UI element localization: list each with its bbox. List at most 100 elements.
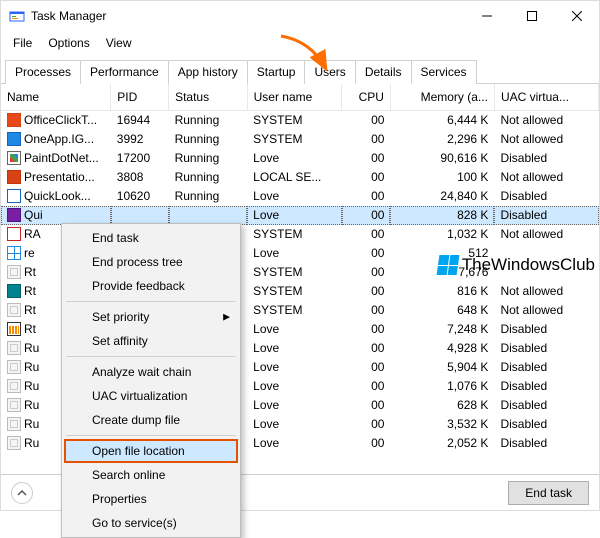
table-cell: OneApp.IG...	[1, 130, 111, 149]
table-row[interactable]: QuiLove00828 KDisabled	[1, 206, 599, 225]
table-row[interactable]: Presentatio...3808RunningLOCAL SE...0010…	[1, 168, 599, 187]
menu-bar: File Options View	[1, 31, 599, 55]
process-icon	[7, 341, 21, 355]
process-icon	[7, 132, 21, 146]
table-cell: 00	[342, 263, 391, 282]
app-icon	[9, 8, 25, 24]
col-user[interactable]: User name	[247, 84, 342, 111]
context-menu-item[interactable]: Open file location	[64, 439, 238, 463]
context-menu-item[interactable]: Properties	[64, 487, 238, 511]
context-menu-item[interactable]: Go to service(s)	[64, 511, 238, 535]
context-menu-item[interactable]: Create dump file	[64, 408, 238, 432]
table-cell: 7,248 K	[390, 320, 494, 339]
chevron-right-icon: ▶	[223, 312, 230, 323]
table-row[interactable]: OneApp.IG...3992RunningSYSTEM002,296 KNo…	[1, 130, 599, 149]
col-pid[interactable]: PID	[111, 84, 169, 111]
table-cell: Love	[247, 377, 342, 396]
tab-processes[interactable]: Processes	[5, 60, 81, 84]
table-header-row[interactable]: Name PID Status User name CPU Memory (a.…	[1, 84, 599, 111]
table-cell: SYSTEM	[247, 225, 342, 244]
watermark: TheWindowsClub	[434, 253, 599, 277]
table-cell: Love	[247, 434, 342, 453]
table-cell: OfficeClickT...	[1, 111, 111, 130]
windows-logo-icon	[436, 255, 459, 275]
process-icon	[7, 151, 21, 165]
table-cell: Disabled	[494, 434, 598, 453]
process-icon	[7, 303, 21, 317]
table-cell: Running	[169, 111, 248, 130]
table-cell: 00	[342, 301, 391, 320]
context-menu-separator	[66, 301, 236, 302]
process-icon	[7, 360, 21, 374]
table-cell: 00	[342, 149, 391, 168]
process-icon	[7, 208, 21, 222]
end-task-button[interactable]: End task	[508, 481, 589, 505]
table-cell: Love	[247, 396, 342, 415]
table-cell: 828 K	[390, 206, 494, 225]
table-cell: 00	[342, 130, 391, 149]
table-cell: Not allowed	[494, 225, 598, 244]
tab-app-history[interactable]: App history	[168, 60, 248, 84]
tab-performance[interactable]: Performance	[80, 60, 169, 84]
process-icon	[7, 246, 21, 260]
table-cell	[169, 206, 248, 225]
table-cell: 16944	[111, 111, 169, 130]
table-cell: Disabled	[494, 339, 598, 358]
col-memory[interactable]: Memory (a...	[390, 84, 494, 111]
process-icon	[7, 227, 21, 241]
table-cell: SYSTEM	[247, 301, 342, 320]
table-row[interactable]: OfficeClickT...16944RunningSYSTEM006,444…	[1, 111, 599, 130]
context-menu-separator	[66, 356, 236, 357]
table-cell: PaintDotNet...	[1, 149, 111, 168]
table-cell: 3808	[111, 168, 169, 187]
table-cell: Disabled	[494, 377, 598, 396]
process-icon	[7, 436, 21, 450]
chevron-up-icon	[17, 488, 27, 498]
table-cell: 6,444 K	[390, 111, 494, 130]
context-menu-item[interactable]: Analyze wait chain	[64, 360, 238, 384]
tab-details[interactable]: Details	[355, 60, 412, 84]
col-uac[interactable]: UAC virtua...	[494, 84, 598, 111]
context-menu-item[interactable]: Set affinity	[64, 329, 238, 353]
table-cell: 628 K	[390, 396, 494, 415]
context-menu-item[interactable]: End process tree	[64, 250, 238, 274]
col-name[interactable]: Name	[1, 84, 111, 111]
fewer-details-button[interactable]	[11, 482, 33, 504]
table-cell: 2,296 K	[390, 130, 494, 149]
tab-services[interactable]: Services	[411, 60, 477, 84]
maximize-button[interactable]	[509, 1, 554, 31]
col-status[interactable]: Status	[169, 84, 248, 111]
close-button[interactable]	[554, 1, 599, 31]
context-menu-item[interactable]: Search online	[64, 463, 238, 487]
table-row[interactable]: QuickLook...10620RunningLove0024,840 KDi…	[1, 187, 599, 206]
tab-startup[interactable]: Startup	[247, 60, 306, 84]
table-cell: Love	[247, 339, 342, 358]
table-cell: SYSTEM	[247, 282, 342, 301]
table-cell: 00	[342, 282, 391, 301]
table-cell: Disabled	[494, 358, 598, 377]
tab-users[interactable]: Users	[304, 60, 355, 84]
context-menu-item[interactable]: UAC virtualization	[64, 384, 238, 408]
table-cell: Running	[169, 149, 248, 168]
col-cpu[interactable]: CPU	[342, 84, 391, 111]
process-icon	[7, 284, 21, 298]
tab-strip: Processes Performance App history Startu…	[1, 59, 599, 84]
table-cell: 00	[342, 377, 391, 396]
table-cell: Running	[169, 187, 248, 206]
context-menu-item[interactable]: End task	[64, 226, 238, 250]
window-title: Task Manager	[31, 9, 106, 23]
context-menu-item[interactable]: Provide feedback	[64, 274, 238, 298]
table-row[interactable]: PaintDotNet...17200RunningLove0090,616 K…	[1, 149, 599, 168]
table-cell: 3992	[111, 130, 169, 149]
context-menu-item[interactable]: Set priority▶	[64, 305, 238, 329]
table-cell: Not allowed	[494, 301, 598, 320]
table-cell: 00	[342, 415, 391, 434]
menu-view[interactable]: View	[98, 33, 140, 53]
table-cell: Not allowed	[494, 282, 598, 301]
menu-file[interactable]: File	[5, 33, 40, 53]
menu-options[interactable]: Options	[40, 33, 97, 53]
process-icon	[7, 322, 21, 336]
process-icon	[7, 398, 21, 412]
context-menu-separator	[66, 435, 236, 436]
minimize-button[interactable]	[464, 1, 509, 31]
